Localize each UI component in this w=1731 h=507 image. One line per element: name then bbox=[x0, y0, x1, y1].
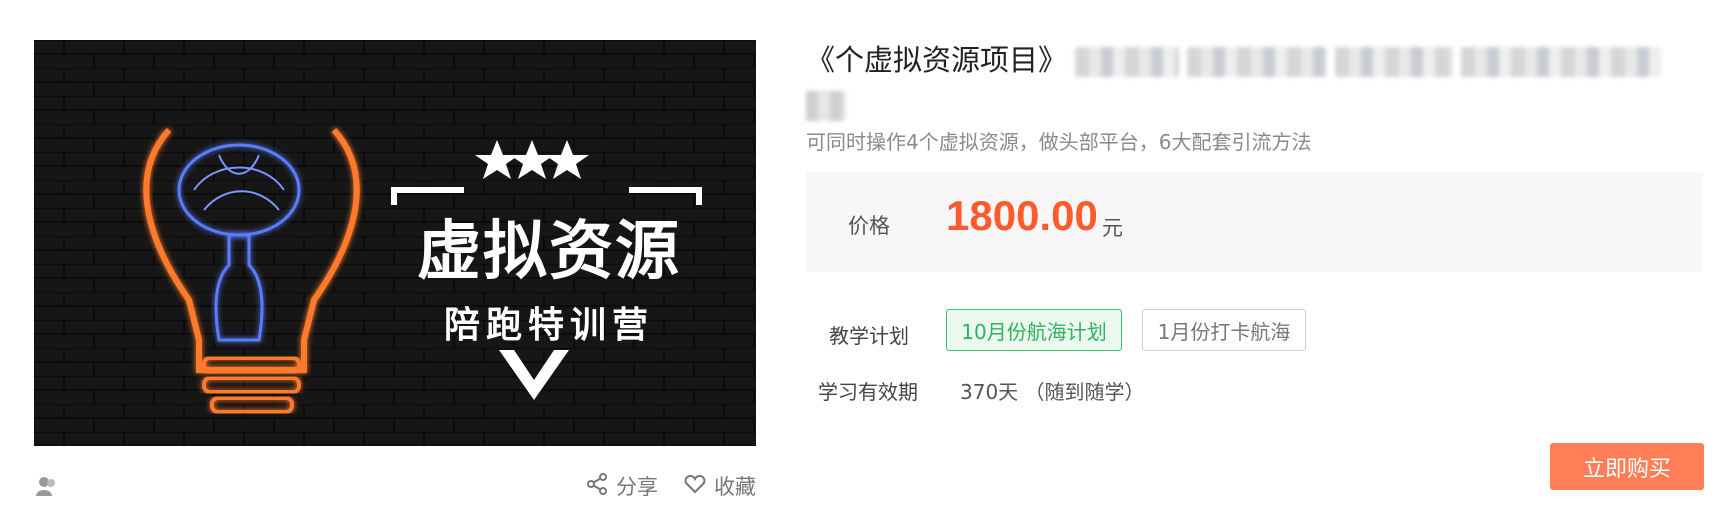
buy-now-button[interactable]: 立即购买 bbox=[1550, 443, 1704, 490]
redacted-text bbox=[1461, 47, 1662, 77]
price-value: 1800.00 bbox=[946, 192, 1098, 239]
share-button[interactable]: 分享 bbox=[586, 472, 658, 500]
share-label: 分享 bbox=[616, 475, 658, 499]
product-title: 《个虚拟资源项目》 bbox=[806, 40, 1686, 80]
favorite-button[interactable]: 收藏 bbox=[684, 472, 756, 500]
price-label: 价格 bbox=[848, 214, 890, 238]
plan-option-january[interactable]: 1月份打卡航海 bbox=[1142, 309, 1306, 351]
redacted-text bbox=[1187, 47, 1328, 77]
cover-subtitle: 陪跑特训营 bbox=[443, 305, 654, 346]
favorite-label: 收藏 bbox=[714, 475, 756, 499]
cover-title: 虚拟资源 bbox=[417, 215, 681, 289]
product-cover-image: 虚拟资源 陪跑特训营 bbox=[34, 40, 756, 446]
share-icon bbox=[586, 472, 608, 500]
redacted-text bbox=[1335, 47, 1454, 77]
validity-label: 学习有效期 bbox=[818, 380, 918, 404]
heart-icon bbox=[684, 473, 706, 500]
validity-value: 370天 （随到随学） bbox=[960, 380, 1145, 404]
plan-option-october[interactable]: 10月份航海计划 bbox=[946, 309, 1122, 351]
price-unit: 元 bbox=[1102, 216, 1123, 240]
product-description: 可同时操作4个虚拟资源，做头部平台，6大配套引流方法 bbox=[806, 130, 1312, 154]
redacted-text bbox=[1075, 47, 1180, 77]
plan-label: 教学计划 bbox=[829, 324, 909, 348]
user-icon[interactable] bbox=[34, 474, 58, 498]
product-title-text: 《个虚拟资源项目》 bbox=[806, 43, 1068, 77]
redacted-text bbox=[806, 91, 846, 121]
price-panel: 价格 1800.00 元 bbox=[806, 172, 1703, 272]
